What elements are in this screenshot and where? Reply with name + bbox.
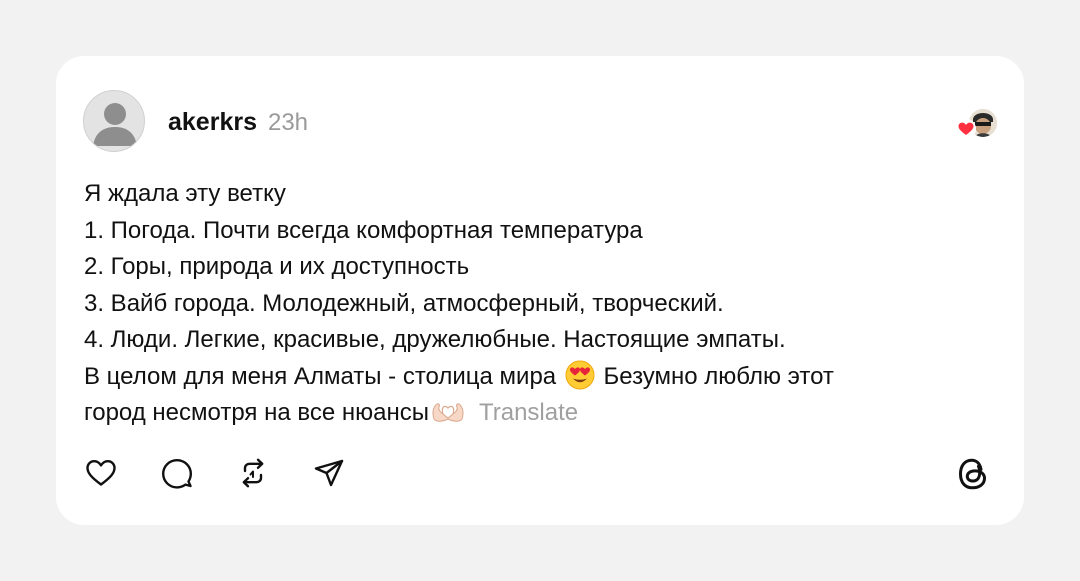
- post-card: akerkrs 23h Я ждала эту ветку 1. Погода.…: [56, 56, 1024, 525]
- post-line: Я ждала эту ветку: [84, 180, 286, 207]
- default-avatar-icon: [93, 103, 137, 146]
- post-line: город несмотря на все нюансы Translate: [84, 395, 984, 432]
- post-line: 1. Погода. Почти всегда комфортная темпе…: [84, 216, 643, 244]
- heart-icon: [956, 119, 976, 139]
- post-line-text: город несмотря на все нюансы: [84, 399, 429, 426]
- post-time[interactable]: 23h: [268, 109, 308, 137]
- heart-eyes-emoji-icon: [565, 360, 595, 389]
- post-body: Я ждала эту ветку 1. Погода. Почти всегд…: [84, 176, 984, 432]
- heart-hands-emoji-icon: [432, 403, 464, 422]
- post-line: 3. Вайб города. Молодежный, атмосферный,…: [84, 289, 724, 317]
- translate-link[interactable]: Translate: [479, 399, 578, 426]
- post-line: В целом для меня Алматы - столица мира Б…: [84, 359, 984, 396]
- post-line: 4. Люди. Легкие, красивые, дружелюбные. …: [84, 326, 786, 353]
- threads-logo-icon[interactable]: [954, 454, 994, 494]
- post-header: akerkrs 23h: [168, 108, 308, 138]
- reaction-preview[interactable]: [956, 108, 1002, 140]
- post-line-text: В целом для меня Алматы - столица мира: [84, 362, 557, 390]
- username[interactable]: akerkrs: [168, 108, 257, 137]
- repost-icon[interactable]: [236, 456, 270, 490]
- like-heart-icon[interactable]: [84, 456, 118, 490]
- post-line-text: Безумно люблю этот: [603, 362, 834, 390]
- post-line: 2. Горы, природа и их доступность: [84, 253, 470, 280]
- share-send-icon[interactable]: [312, 456, 346, 490]
- comment-bubble-icon[interactable]: [160, 456, 194, 490]
- user-avatar[interactable]: [83, 90, 145, 152]
